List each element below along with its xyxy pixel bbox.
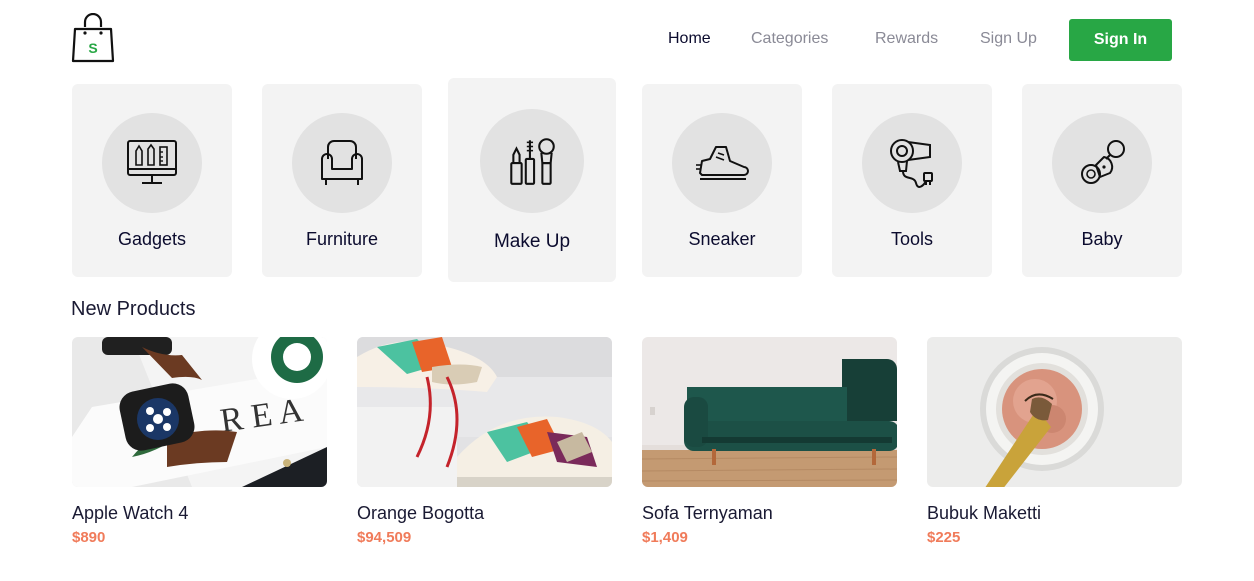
sneakers-photo[interactable] (357, 337, 612, 487)
sign-in-button[interactable]: Sign In (1069, 19, 1172, 61)
new-products-title: New Products (71, 298, 196, 320)
category-card-furniture[interactable]: Furniture (262, 84, 422, 277)
category-label: Tools (890, 229, 934, 249)
category-card-gadgets[interactable]: Gadgets (72, 84, 232, 277)
category-label: Gadgets (117, 229, 187, 249)
sneaker-icon (696, 146, 749, 180)
category-icon-circle (1052, 113, 1152, 213)
product-name[interactable]: Orange Bogotta (357, 503, 484, 524)
category-label: Sneaker (688, 229, 756, 249)
hair-dryer-icon (890, 139, 933, 188)
product-card-bubuk-maketti[interactable]: Bubuk Maketti $225 (927, 337, 1182, 557)
product-price: $890 (72, 529, 106, 546)
smartwatch-photo[interactable]: R E A (72, 337, 327, 487)
armchair-icon (321, 140, 363, 185)
nav-sign-up[interactable]: Sign Up (980, 30, 1037, 48)
product-name[interactable]: Apple Watch 4 (72, 503, 188, 524)
category-label: Furniture (305, 229, 379, 249)
category-card-tools[interactable]: Tools (832, 84, 992, 277)
nav-categories[interactable]: Categories (751, 30, 828, 48)
category-label: Make Up (493, 231, 571, 252)
category-card-make-up[interactable]: Make Up (448, 78, 616, 282)
makeup-icon (510, 138, 555, 185)
category-icon-circle (480, 109, 584, 213)
product-price: $1,409 (642, 529, 688, 546)
monitor-design-icon (127, 140, 177, 184)
product-name[interactable]: Sofa Ternyaman (642, 503, 773, 524)
product-card-orange-bogotta[interactable]: Orange Bogotta $94,509 (357, 337, 612, 557)
product-price: $225 (927, 529, 961, 546)
nav-rewards[interactable]: Rewards (875, 30, 938, 48)
product-price: $94,509 (357, 529, 412, 546)
category-icon-circle (292, 113, 392, 213)
svg-text:S: S (88, 40, 97, 56)
pacifier-icon (1081, 140, 1125, 184)
category-card-sneaker[interactable]: Sneaker (642, 84, 802, 277)
green-sofa-photo[interactable] (642, 337, 897, 487)
category-icon-circle (102, 113, 202, 213)
product-card-apple-watch[interactable]: R E A Apple Watch 4 $890 (72, 337, 327, 557)
product-card-sofa-ternyaman[interactable]: Sofa Ternyaman $1,409 (642, 337, 897, 557)
makeup-powder-photo[interactable] (927, 337, 1182, 487)
shopping-bag-logo-icon[interactable]: S (71, 12, 115, 65)
header: S Home Categories Rewards Sign Up Sign I… (0, 0, 1254, 78)
category-icon-circle (672, 113, 772, 213)
category-icon-circle (862, 113, 962, 213)
category-label: Baby (1081, 229, 1123, 249)
product-name[interactable]: Bubuk Maketti (927, 503, 1041, 524)
nav-home[interactable]: Home (668, 30, 711, 48)
category-card-baby[interactable]: Baby (1022, 84, 1182, 277)
